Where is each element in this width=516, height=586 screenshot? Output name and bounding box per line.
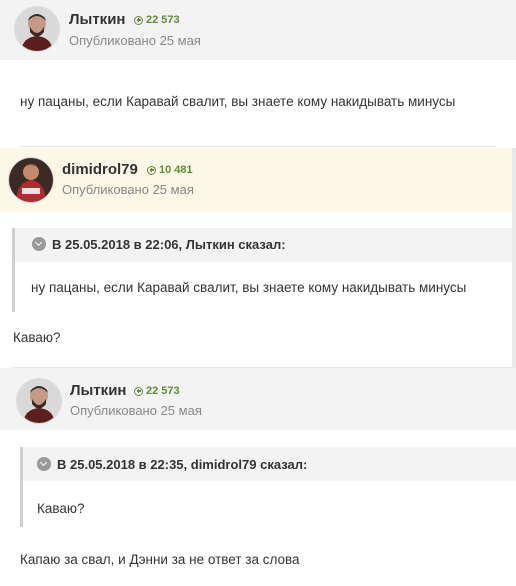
post-header — [0, 368, 516, 430]
avatar-image — [9, 158, 53, 202]
published-date[interactable]: Опубликовано 25 мая — [62, 182, 194, 197]
published-date[interactable]: Опубликовано 25 мая — [69, 33, 201, 48]
post-text: ну пацаны, если Каравай свалит, вы знает… — [20, 94, 456, 109]
avatar[interactable] — [14, 6, 60, 52]
quote-citation: В 25.05.2018 в 22:06, Лыткин сказал: — [52, 237, 286, 252]
reputation-badge: 22 573 — [134, 14, 180, 26]
reputation-value: 22 573 — [146, 385, 180, 397]
reputation-badge: 22 573 — [134, 385, 180, 397]
collapse-toggle-icon[interactable] — [32, 237, 46, 251]
reputation-value: 22 573 — [146, 14, 180, 26]
plus-circle-icon — [147, 165, 156, 175]
scroll-edge — [512, 148, 516, 368]
quote-citation: В 25.05.2018 в 22:35, dimidrol79 сказал: — [57, 457, 308, 472]
avatar-image — [17, 379, 61, 423]
collapse-toggle-icon[interactable] — [37, 457, 51, 471]
author-name[interactable]: Лыткин — [70, 382, 126, 399]
post-header — [0, 0, 516, 60]
post-text: Капаю за свал, и Дэнни за не ответ за сл… — [20, 552, 300, 567]
author-name[interactable]: dimidrol79 — [62, 161, 138, 178]
published-date[interactable]: Опубликовано 25 мая — [70, 403, 202, 418]
reputation-badge: 10 481 — [147, 164, 193, 176]
quote-block: В 25.05.2018 в 22:06, Лыткин сказал: ну … — [12, 228, 516, 312]
reputation-value: 10 481 — [159, 164, 193, 176]
plus-circle-icon — [134, 386, 143, 396]
post-3: Лыткин 22 573 Опубликовано 25 мая В 25.0… — [0, 368, 516, 586]
author-name[interactable]: Лыткин — [69, 11, 125, 28]
avatar[interactable] — [8, 157, 54, 203]
quote-text: ну пацаны, если Каравай свалит, вы знает… — [31, 280, 467, 295]
quote-text: Каваю? — [37, 501, 85, 516]
post-text: Каваю? — [13, 330, 61, 345]
post-header — [0, 148, 516, 212]
quote-block: В 25.05.2018 в 22:35, dimidrol79 сказал:… — [20, 447, 516, 527]
avatar[interactable] — [16, 378, 62, 424]
plus-circle-icon — [134, 15, 143, 25]
avatar-image — [15, 7, 59, 51]
post-1: Лыткин 22 573 Опубликовано 25 мая ну пац… — [0, 0, 516, 148]
post-2: dimidrol79 10 481 Опубликовано 25 мая В … — [0, 148, 516, 368]
divider — [20, 146, 496, 147]
